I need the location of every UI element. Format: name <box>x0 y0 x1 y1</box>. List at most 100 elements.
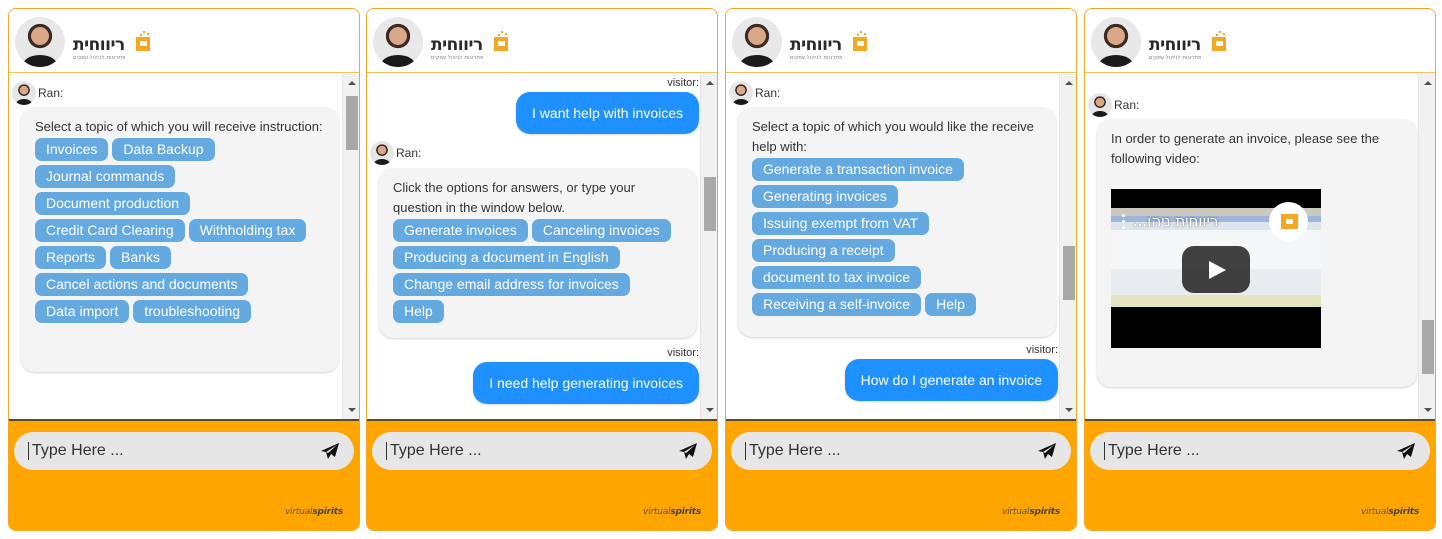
visitor-label: visitor: <box>667 347 699 359</box>
powered-by-brand: virtualspirits <box>642 507 701 517</box>
option-chip[interactable]: document to tax invoice <box>752 266 922 289</box>
bot-message: Select a topic of which you would like t… <box>738 107 1056 337</box>
option-chip[interactable]: Producing a document in English <box>393 246 620 269</box>
logo-subtitle: פתרונות לניהול עסקים <box>790 55 843 61</box>
chat-log: Ran: In order to generate an invoice, pl… <box>1085 74 1435 419</box>
video-title[interactable]: ריווחית ניהו... <box>1133 211 1218 231</box>
brand-logo: ריווחית פתרונות לניהול עסקים <box>790 31 872 63</box>
scroll-down-icon[interactable] <box>348 408 356 412</box>
channel-logo-icon[interactable] <box>1269 202 1308 241</box>
option-chip[interactable]: Data import <box>35 300 130 323</box>
option-chip[interactable]: Invoices <box>35 138 109 161</box>
option-chip[interactable]: Reports <box>35 246 107 269</box>
option-chip[interactable]: Issuing exempt from VAT <box>752 212 930 235</box>
option-chips: Generate invoices Canceling invoices Pro… <box>393 219 683 323</box>
option-chip[interactable]: Producing a receipt <box>752 239 895 262</box>
option-chips: Generate a transaction invoice Generatin… <box>752 158 1042 316</box>
chat-scrollbar[interactable] <box>1418 74 1435 419</box>
chat-scrollbar[interactable] <box>1059 74 1076 419</box>
chat-footer: virtualspirits <box>367 419 717 530</box>
visitor-message: I want help with invoices <box>516 92 699 134</box>
scroll-thumb[interactable] <box>346 96 358 150</box>
scroll-thumb[interactable] <box>1422 320 1434 374</box>
visitor-message: How do I generate an invoice <box>844 359 1058 401</box>
scroll-down-icon[interactable] <box>706 408 714 412</box>
send-button[interactable] <box>1388 433 1424 469</box>
visitor-message: I need help generating invoices <box>473 362 699 404</box>
option-chip[interactable]: Help <box>925 293 976 316</box>
option-chips: Invoices Data Backup Journal commands Do… <box>35 138 325 323</box>
option-chip[interactable]: Journal commands <box>35 165 176 188</box>
option-chip[interactable]: Generating invoices <box>752 185 898 208</box>
chat-header: ריווחית פתרונות לניהול עסקים <box>367 9 717 73</box>
bot-avatar <box>12 81 36 105</box>
brand-logo: ריווחית פתרונות לניהול עסקים <box>431 31 513 63</box>
chat-scrollbar[interactable] <box>700 74 717 419</box>
message-input[interactable] <box>1104 442 1388 460</box>
option-chip[interactable]: Credit Card Clearing <box>35 219 185 242</box>
logo-subtitle: פתרונות לניהול עסקים <box>431 55 484 61</box>
chat-widget-1: ריווחית פתרונות לניהול עסקים Ran: Select… <box>8 8 360 531</box>
send-icon <box>679 443 697 459</box>
message-input[interactable] <box>28 442 312 460</box>
logo-text: ריווחית <box>1149 35 1201 55</box>
chat-widget-2: ריווחית פתרונות לניהול עסקים visitor: I … <box>366 8 718 531</box>
chat-log: Ran: Select a topic of which you will re… <box>9 74 359 419</box>
logo-mark-icon <box>853 37 867 51</box>
more-options-icon[interactable] <box>1122 214 1125 232</box>
chat-log: visitor: I want help with invoices Ran: … <box>367 74 717 419</box>
bot-label: Ran: <box>370 141 421 165</box>
option-chip[interactable]: Receiving a self-invoice <box>752 293 922 316</box>
bot-label: Ran: <box>729 81 780 105</box>
logo-text: ריווחית <box>790 35 842 55</box>
message-text: Click the options for answers, or type y… <box>393 180 636 215</box>
option-chip[interactable]: Data Backup <box>112 138 215 161</box>
logo-mark-icon <box>1212 37 1226 51</box>
video-player[interactable]: ריווחית ניהו... <box>1111 189 1321 348</box>
send-button[interactable] <box>670 433 706 469</box>
scroll-up-icon[interactable] <box>1065 81 1073 85</box>
logo-text: ריווחית <box>431 35 483 55</box>
message-input-wrap <box>1090 432 1430 470</box>
option-chip[interactable]: Cancel actions and documents <box>35 273 249 296</box>
option-chip[interactable]: Help <box>393 300 444 323</box>
visitor-label: visitor: <box>667 77 699 89</box>
chat-scrollbar[interactable] <box>342 74 359 419</box>
chat-header: ריווחית פתרונות לניהול עסקים <box>726 9 1076 73</box>
send-icon <box>321 443 339 459</box>
option-chip[interactable]: Canceling invoices <box>531 219 671 242</box>
logo-mark-icon <box>494 37 508 51</box>
logo-subtitle: פתרונות לניהול עסקים <box>73 55 126 61</box>
option-chip[interactable]: Generate a transaction invoice <box>752 158 964 181</box>
bot-label: Ran: <box>12 81 63 105</box>
chat-footer: virtualspirits <box>9 419 359 530</box>
bot-avatar <box>370 141 394 165</box>
logo-mark-icon <box>136 37 150 51</box>
scroll-down-icon[interactable] <box>1424 408 1432 412</box>
scroll-thumb[interactable] <box>704 177 716 231</box>
scroll-down-icon[interactable] <box>1065 408 1073 412</box>
bot-message: Select a topic of which you will receive… <box>21 107 339 372</box>
option-chip[interactable]: Document production <box>35 192 191 215</box>
brand-logo: ריווחית פתרונות לניהול עסקים <box>73 31 155 63</box>
powered-by-brand: virtualspirits <box>1360 507 1419 517</box>
play-button[interactable] <box>1182 246 1250 293</box>
message-input[interactable] <box>745 442 1029 460</box>
message-input[interactable] <box>386 442 670 460</box>
scroll-up-icon[interactable] <box>706 81 714 85</box>
option-chip[interactable]: troubleshooting <box>133 300 252 323</box>
option-chip[interactable]: Withholding tax <box>188 219 307 242</box>
chat-widget-3: ריווחית פתרונות לניהול עסקים Ran: Select… <box>725 8 1077 531</box>
agent-avatar <box>373 17 423 67</box>
bot-message: Click the options for answers, or type y… <box>379 168 697 338</box>
option-chip[interactable]: Change email address for invoices <box>393 273 630 296</box>
option-chip[interactable]: Banks <box>110 246 171 269</box>
agent-avatar <box>15 17 65 67</box>
scroll-up-icon[interactable] <box>1424 81 1432 85</box>
bot-label: Ran: <box>1088 93 1139 117</box>
send-button[interactable] <box>1029 433 1065 469</box>
send-button[interactable] <box>312 433 348 469</box>
scroll-up-icon[interactable] <box>348 81 356 85</box>
option-chip[interactable]: Generate invoices <box>393 219 528 242</box>
scroll-thumb[interactable] <box>1063 246 1075 300</box>
